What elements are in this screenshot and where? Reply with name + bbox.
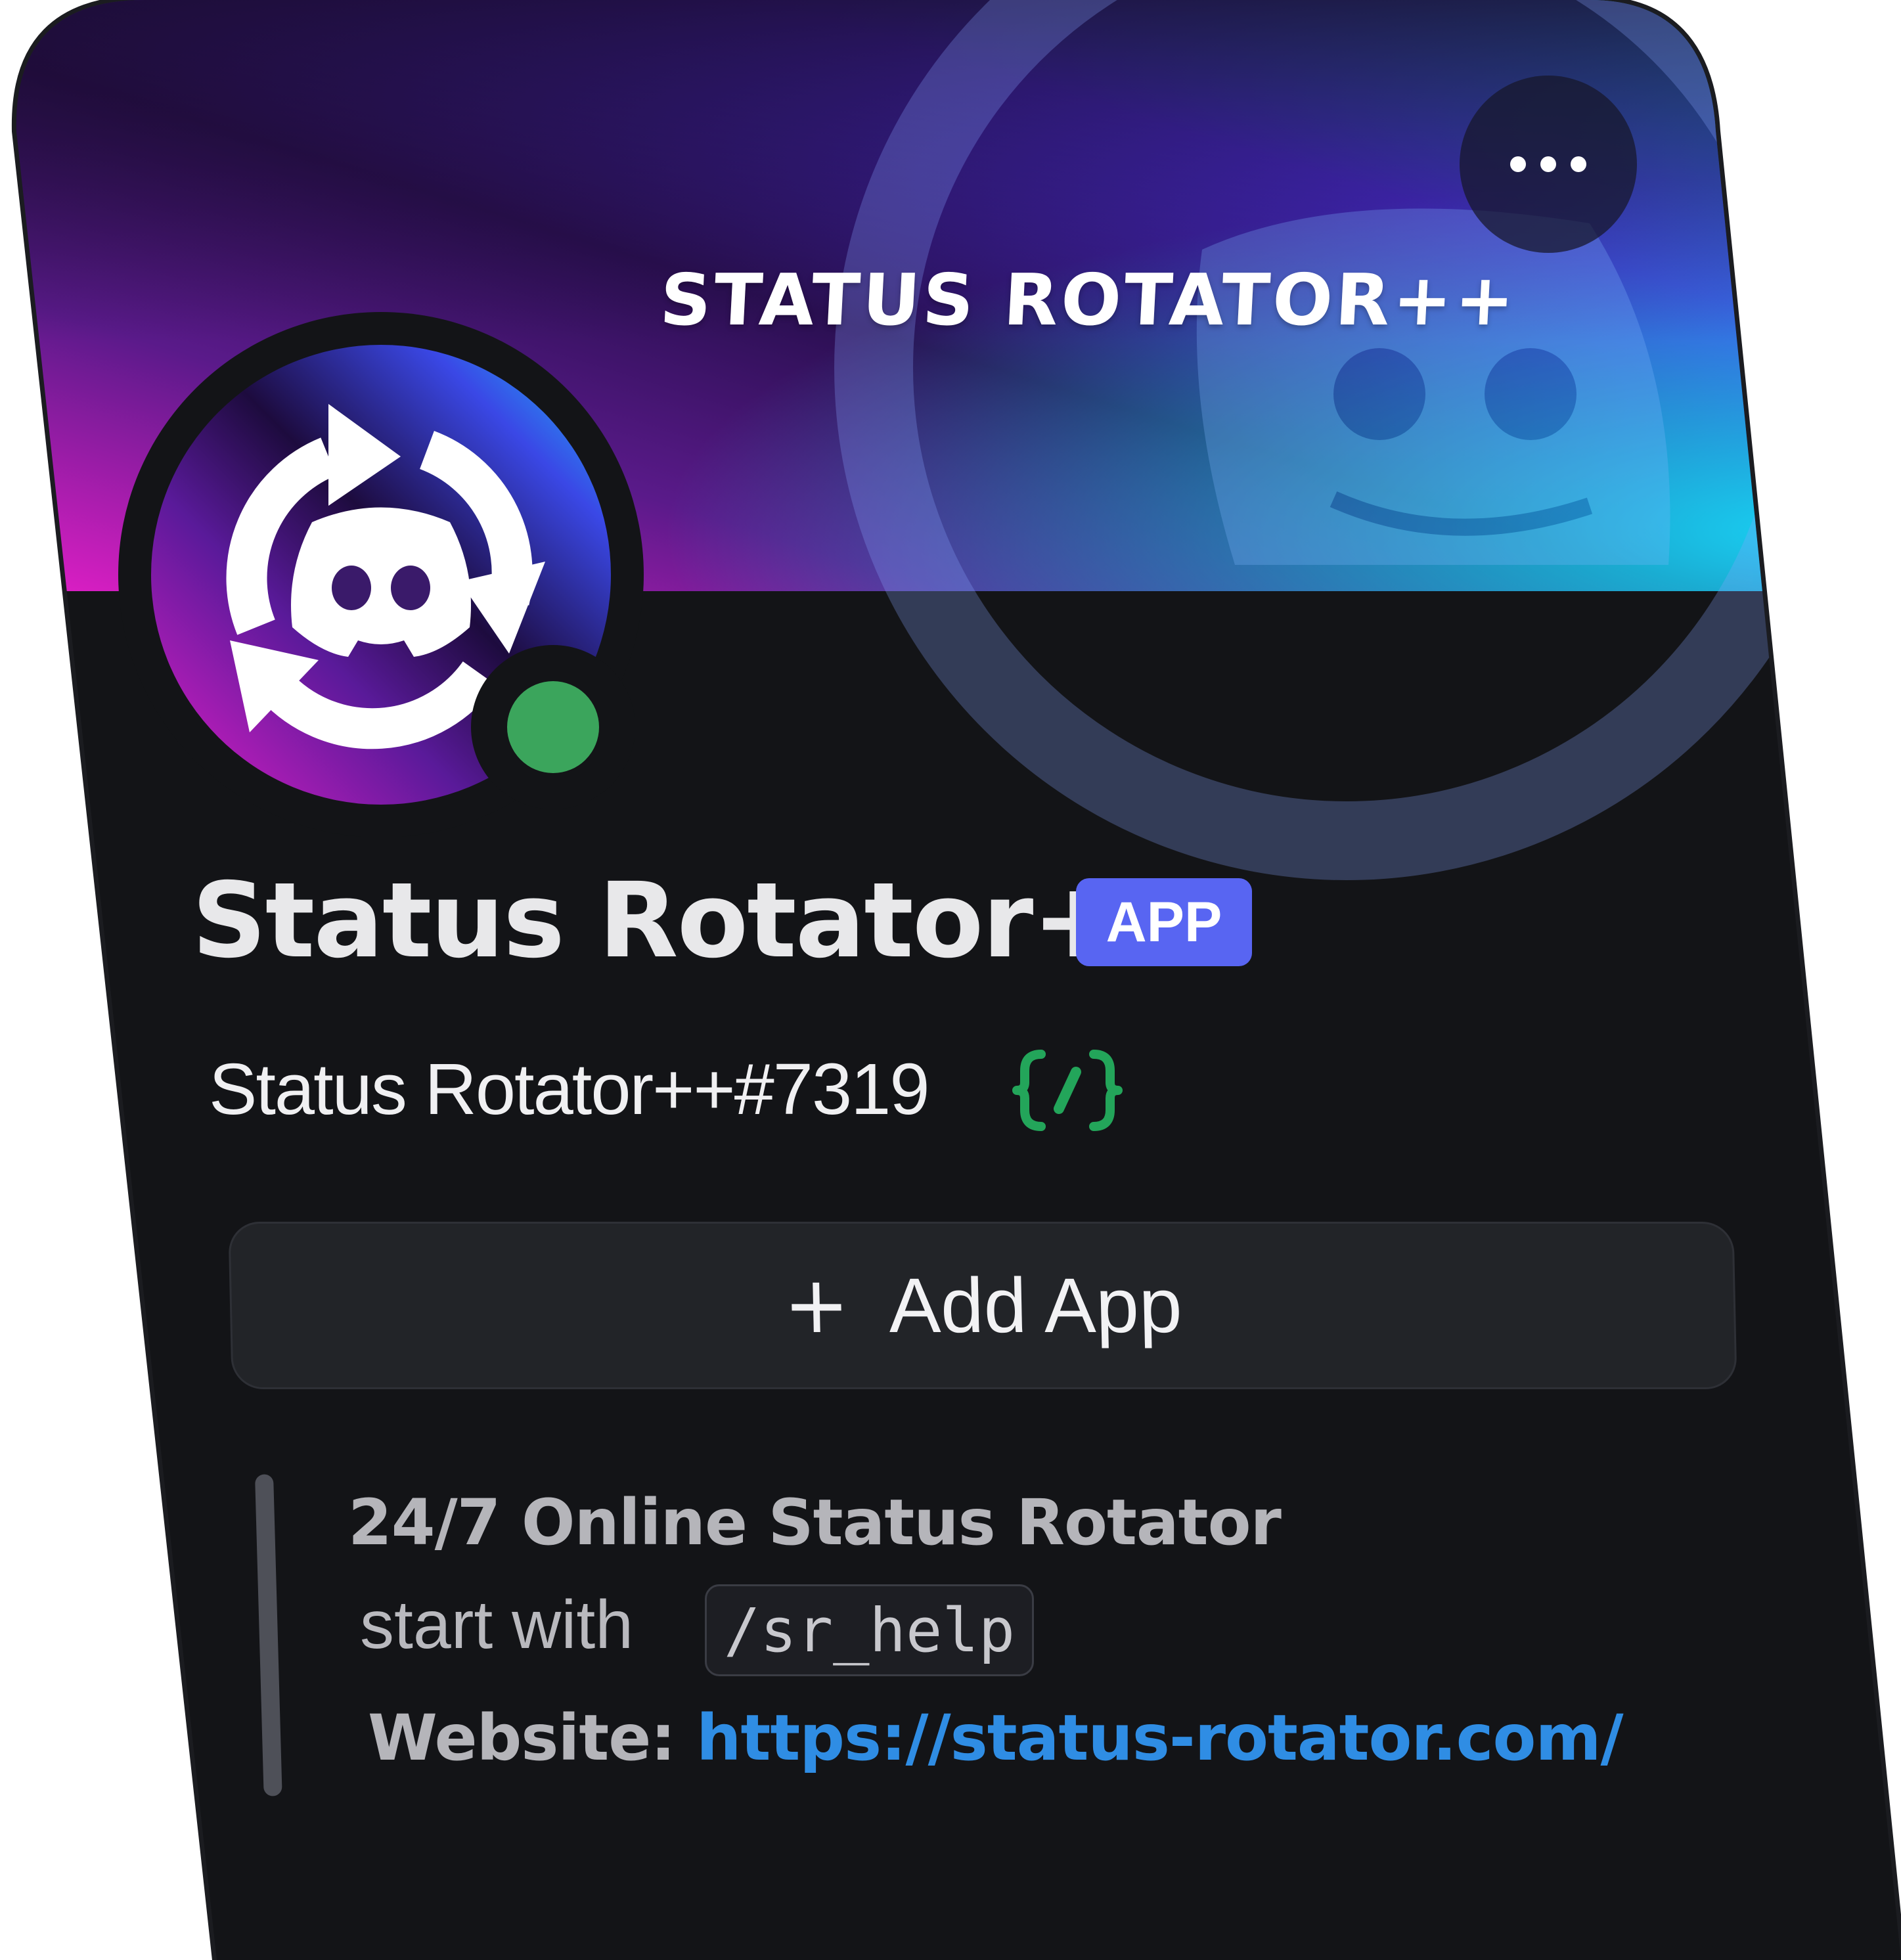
website-link[interactable]: https://status-rotator.com/ (696, 1701, 1623, 1775)
add-app-label: Add App (887, 1262, 1183, 1349)
more-options-button[interactable] (1460, 76, 1637, 253)
more-horizontal-icon (1510, 156, 1526, 172)
app-badge: APP (1076, 878, 1252, 966)
username[interactable]: Status Rotator++#7319 (209, 1048, 929, 1131)
bio-title: 24/7 Online Status Rotator (348, 1486, 1282, 1559)
bio-website-line: Website: https://status-rotator.com/ (368, 1701, 1624, 1775)
more-dot (1540, 156, 1556, 172)
bio-quote-bar (255, 1474, 282, 1796)
display-name: Status Rotator++ (192, 860, 1205, 981)
bio-start-text: start with (360, 1587, 634, 1663)
online-status-icon (507, 681, 599, 773)
slash-command-icon[interactable] (1012, 1044, 1123, 1136)
bio-command-code: /sr_help (705, 1584, 1035, 1676)
more-dot (1571, 156, 1586, 172)
banner-title: STATUS ROTATOR++ (658, 259, 1519, 342)
plus-icon: + (782, 1259, 851, 1351)
add-app-button[interactable]: + Add App (228, 1222, 1737, 1389)
website-label: Website: (368, 1701, 697, 1775)
discord-logo-icon (291, 507, 471, 657)
status-indicator (471, 645, 635, 809)
